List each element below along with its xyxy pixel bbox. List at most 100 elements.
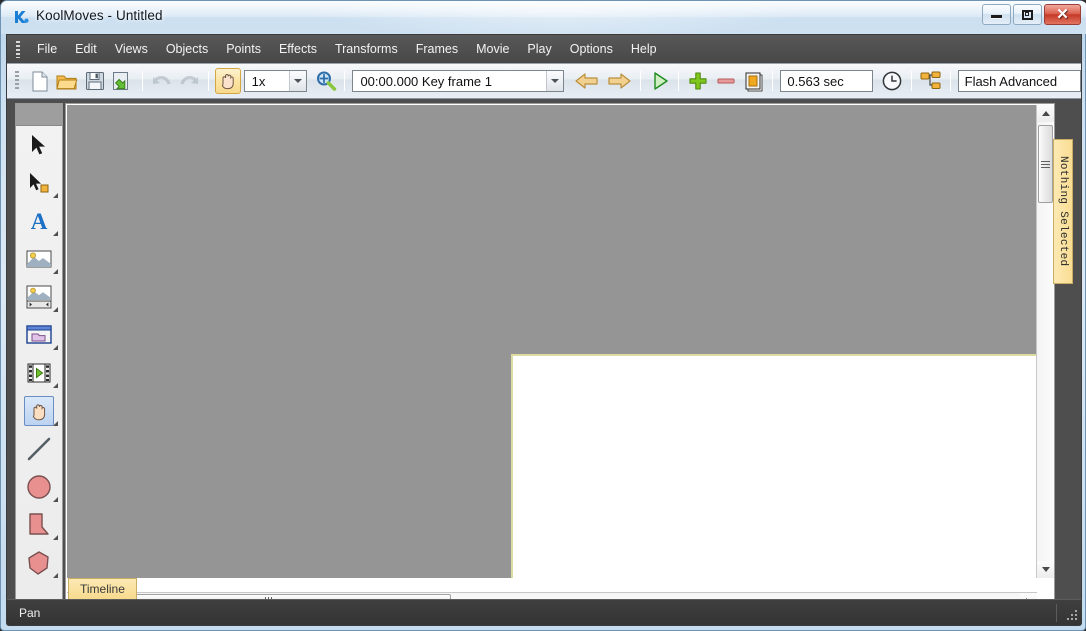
frames-view-button[interactable] [741, 68, 767, 94]
play-button[interactable] [647, 68, 673, 94]
line-icon [27, 437, 51, 461]
menu-item-transforms[interactable]: Transforms [326, 38, 407, 60]
arrow-cursor-icon [32, 135, 45, 155]
magnifier-button[interactable] [313, 68, 339, 94]
menu-item-edit[interactable]: Edit [66, 38, 106, 60]
nothing-selected-tab-label: Nothing Selected [1057, 156, 1069, 267]
keyframe-dropdown-arrow[interactable] [546, 71, 564, 91]
minimize-button[interactable] [982, 4, 1011, 25]
application-window: KoolMoves - Untitled ✕ File Edit Views O… [0, 0, 1086, 631]
point-select-tool[interactable] [16, 164, 62, 202]
ellipse-tool[interactable] [16, 468, 62, 506]
export-format-field[interactable]: Flash Advanced [957, 70, 1081, 92]
close-button[interactable]: ✕ [1044, 4, 1081, 25]
resize-grip[interactable] [1066, 609, 1079, 622]
scroll-up-button[interactable] [1037, 105, 1054, 122]
scroll-down-button[interactable] [1037, 561, 1054, 578]
maximize-button[interactable] [1013, 4, 1042, 25]
menu-drag-grip[interactable] [16, 40, 20, 58]
menu-item-views[interactable]: Views [106, 38, 157, 60]
tool-palette: A [15, 103, 63, 611]
toolbar-separator [207, 71, 209, 91]
window-title: KoolMoves - Untitled [36, 8, 163, 23]
hierarchy-button[interactable] [918, 68, 944, 94]
vertical-scroll-thumb[interactable] [1038, 125, 1053, 203]
menu-item-effects[interactable]: Effects [270, 38, 326, 60]
animated-image-tool[interactable] [16, 278, 62, 316]
toolbar-separator [344, 71, 346, 91]
shape-tool[interactable] [16, 506, 62, 544]
status-bar: Pan [7, 599, 1081, 625]
movie-stage[interactable] [511, 354, 1037, 578]
quad-shape-icon [29, 513, 49, 535]
tool-expand-corner[interactable] [53, 269, 58, 274]
menu-item-options[interactable]: Options [561, 38, 622, 60]
canvas-viewport[interactable] [67, 105, 1037, 578]
toolbar-drag-grip[interactable] [15, 71, 19, 91]
undo-button[interactable] [149, 68, 175, 94]
tool-expand-corner[interactable] [53, 307, 58, 312]
save-button[interactable] [82, 68, 108, 94]
toolbar-separator [678, 71, 680, 91]
menu-item-play[interactable]: Play [518, 38, 560, 60]
remove-frame-button[interactable] [713, 68, 739, 94]
menu-item-objects[interactable]: Objects [157, 38, 217, 60]
zoom-level-value: 1x [251, 73, 266, 89]
menu-item-help[interactable]: Help [622, 38, 666, 60]
next-frame-button[interactable] [604, 68, 634, 94]
window-tool[interactable] [16, 316, 62, 354]
pan-tool[interactable] [16, 392, 62, 430]
tool-palette-header [16, 104, 62, 126]
canvas-container [65, 103, 1055, 611]
tool-expand-corner[interactable] [53, 345, 58, 350]
image-sequence-icon [26, 285, 52, 309]
zoom-level-combo[interactable]: 1x [243, 70, 307, 92]
menu-item-frames[interactable]: Frames [407, 38, 467, 60]
filmstrip-play-icon [27, 363, 51, 383]
zoom-level-dropdown-arrow[interactable] [288, 71, 306, 91]
movie-clip-tool[interactable] [16, 354, 62, 392]
tool-expand-corner[interactable] [53, 497, 58, 502]
text-tool[interactable]: A [16, 202, 62, 240]
menu-item-points[interactable]: Points [217, 38, 270, 60]
tab-timeline[interactable]: Timeline [68, 578, 137, 599]
tool-expand-corner[interactable] [53, 383, 58, 388]
previous-frame-button[interactable] [572, 68, 602, 94]
menu-bar: File Edit Views Objects Points Effects T… [7, 35, 1081, 63]
polygon-tool[interactable] [16, 544, 62, 582]
image-icon [26, 250, 52, 268]
tool-expand-corner[interactable] [53, 231, 58, 236]
polygon-icon [28, 551, 49, 575]
menu-item-movie[interactable]: Movie [467, 38, 518, 60]
export-format-value: Flash Advanced [964, 73, 1058, 89]
image-tool[interactable] [16, 240, 62, 278]
toolbar-separator [772, 71, 774, 91]
text-a-icon: A [31, 209, 48, 233]
select-tool[interactable] [16, 126, 62, 164]
timing-button[interactable] [879, 68, 905, 94]
toolbar-separator [910, 71, 912, 91]
tab-timeline-label: Timeline [80, 582, 125, 596]
line-tool[interactable] [16, 430, 62, 468]
koolmoves-logo-icon [12, 8, 30, 26]
open-file-button[interactable] [55, 68, 81, 94]
tool-expand-corner[interactable] [53, 535, 58, 540]
hand-icon [32, 403, 45, 420]
tool-expand-corner[interactable] [53, 421, 58, 426]
status-text: Pan [19, 605, 41, 620]
nothing-selected-tab[interactable]: Nothing Selected [1053, 139, 1073, 284]
pan-tool-button[interactable] [214, 68, 241, 94]
tool-expand-corner[interactable] [53, 193, 58, 198]
add-frame-button[interactable] [685, 68, 711, 94]
export-button[interactable] [110, 68, 136, 94]
application-body: File Edit Views Objects Points Effects T… [6, 34, 1082, 626]
svg-text:A: A [31, 209, 48, 233]
redo-button[interactable] [176, 68, 202, 94]
menu-item-file[interactable]: File [28, 38, 66, 60]
main-toolbar: 1x 00:00.000 Key frame 1 0.563 sec Flash… [7, 63, 1081, 99]
canvas-vertical-scrollbar[interactable] [1036, 105, 1054, 578]
keyframe-combo[interactable]: 00:00.000 Key frame 1 [352, 70, 565, 92]
toolbar-separator [141, 71, 143, 91]
new-document-button[interactable] [27, 68, 53, 94]
movie-duration-field[interactable]: 0.563 sec [780, 70, 874, 92]
